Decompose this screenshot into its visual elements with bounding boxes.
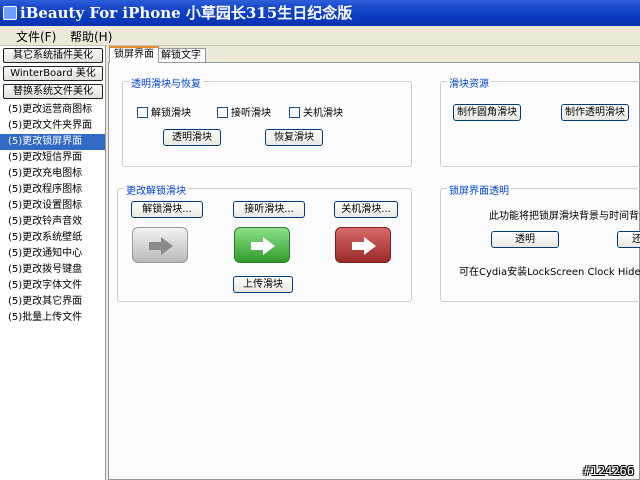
sidebar-item-sms[interactable]: (5)更改短信界面 <box>0 150 105 166</box>
sidebar-item-carrier-icon[interactable]: (5)更改运营商图标 <box>0 102 105 118</box>
cydia-note: 可在Cydia安装LockScreen Clock Hide，隐藏 <box>459 267 640 278</box>
tab-lockscreen[interactable]: 锁屏界面 <box>109 46 159 63</box>
upload-slider-button[interactable]: 上传滑块 <box>233 276 293 293</box>
group-title: 透明滑块与恢复 <box>129 75 203 90</box>
checkbox-label: 关机滑块 <box>303 108 343 119</box>
sidebar: 其它系统插件美化 WinterBoard 美化 替换系统文件美化 (5)更改运营… <box>0 46 106 480</box>
group-title: 锁屏界面透明 <box>447 182 511 197</box>
change-slider-group: 更改解锁滑块 解锁滑块... 接听滑块... 关机滑块... 上传滑块 <box>117 182 412 302</box>
answer-slider-button[interactable]: 接听滑块... <box>233 201 305 218</box>
watermark: #124266 <box>583 464 634 478</box>
sidebar-item-other[interactable]: (5)更改其它界面 <box>0 294 105 310</box>
winterboard-button[interactable]: WinterBoard 美化 <box>3 66 103 81</box>
sidebar-item-app-icons[interactable]: (5)更改程序图标 <box>0 182 105 198</box>
make-rounded-slider-button[interactable]: 制作圆角滑块 <box>453 104 521 121</box>
make-transparent-button[interactable]: 透明滑块 <box>163 129 221 146</box>
menu-bar: 文件(F) 帮助(H) <box>0 26 640 46</box>
app-icon <box>3 6 17 20</box>
slider-resources-group: 滑块资源 制作圆角滑块 制作透明滑块 <box>440 75 640 167</box>
sidebar-list: (5)更改运营商图标 (5)更改文件夹界面 (5)更改锁屏界面 (5)更改短信界… <box>0 102 105 326</box>
sidebar-item-fonts[interactable]: (5)更改字体文件 <box>0 278 105 294</box>
replace-system-files-button[interactable]: 替换系统文件美化 <box>3 84 103 99</box>
transparent-slider-group: 透明滑块与恢复 解锁滑块 接听滑块 关机滑块 透明滑块 恢复滑块 <box>122 75 412 167</box>
white-arrow-icon <box>251 237 275 255</box>
unlock-slider-checkbox[interactable]: 解锁滑块 <box>137 104 191 119</box>
gray-arrow-icon <box>149 237 173 255</box>
unlock-slider-preview <box>132 227 188 263</box>
unlock-slider-button[interactable]: 解锁滑块... <box>131 201 203 218</box>
window-title: iBeauty For iPhone 小草园长315生日纪念版 <box>20 4 353 22</box>
shutdown-slider-checkbox[interactable]: 关机滑块 <box>289 104 343 119</box>
restore-slider-button[interactable]: 恢复滑块 <box>265 129 323 146</box>
checkbox-box[interactable] <box>217 107 228 118</box>
menu-help[interactable]: 帮助(H) <box>68 28 114 45</box>
lockscreen-transparent-group: 锁屏界面透明 此功能将把锁屏滑块背景与时间背景 透明 还 可在Cydia安装Lo… <box>440 182 640 302</box>
shutdown-slider-button[interactable]: 关机滑块... <box>334 201 398 218</box>
tab-panel: 透明滑块与恢复 解锁滑块 接听滑块 关机滑块 透明滑块 恢复滑块 滑块资源 制作… <box>108 62 640 480</box>
sidebar-item-batch-upload[interactable]: (5)批量上传文件 <box>0 310 105 326</box>
sidebar-item-notification-center[interactable]: (5)更改通知中心 <box>0 246 105 262</box>
white-arrow-icon <box>352 237 376 255</box>
sidebar-item-wallpaper[interactable]: (5)更改系统壁纸 <box>0 230 105 246</box>
group-title: 更改解锁滑块 <box>124 182 188 197</box>
other-plugins-button[interactable]: 其它系统插件美化 <box>3 48 103 63</box>
sidebar-item-lockscreen[interactable]: (5)更改锁屏界面 <box>0 134 105 150</box>
sidebar-item-folder[interactable]: (5)更改文件夹界面 <box>0 118 105 134</box>
checkbox-label: 解锁滑块 <box>151 108 191 119</box>
lockscreen-transparent-button[interactable]: 透明 <box>491 231 559 248</box>
sidebar-item-charging[interactable]: (5)更改充电图标 <box>0 166 105 182</box>
group-title: 滑块资源 <box>447 75 491 90</box>
title-bar[interactable]: iBeauty For iPhone 小草园长315生日纪念版 <box>0 0 640 26</box>
checkbox-box[interactable] <box>137 107 148 118</box>
tab-unlock-text[interactable]: 解锁文字 <box>156 48 206 63</box>
answer-slider-preview <box>234 227 290 263</box>
answer-slider-checkbox[interactable]: 接听滑块 <box>217 104 271 119</box>
shutdown-slider-preview <box>335 227 391 263</box>
checkbox-box[interactable] <box>289 107 300 118</box>
sidebar-item-ringtones[interactable]: (5)更改铃声音效 <box>0 214 105 230</box>
menu-file[interactable]: 文件(F) <box>14 28 58 45</box>
main-area: 锁屏界面 解锁文字 透明滑块与恢复 解锁滑块 接听滑块 关机滑块 透明滑块 恢复… <box>106 46 640 480</box>
make-transparent-slider-button[interactable]: 制作透明滑块 <box>561 104 629 121</box>
sidebar-item-settings-icons[interactable]: (5)更改设置图标 <box>0 198 105 214</box>
sidebar-item-dial-pad[interactable]: (5)更改拨号键盘 <box>0 262 105 278</box>
checkbox-label: 接听滑块 <box>231 108 271 119</box>
lockscreen-description: 此功能将把锁屏滑块背景与时间背景 <box>489 211 640 222</box>
lockscreen-restore-button[interactable]: 还 <box>617 231 640 248</box>
